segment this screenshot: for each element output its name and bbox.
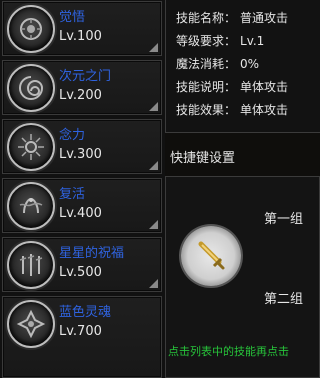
corner-mark-icon xyxy=(149,279,158,288)
shortcut-slot[interactable] xyxy=(181,226,241,286)
info-label: 技能名称： xyxy=(176,11,237,25)
blue-soul-icon xyxy=(7,300,55,348)
info-label: 魔法消耗： xyxy=(176,57,237,71)
skill-name: 蓝色灵魂 xyxy=(59,305,112,320)
skill-level: Lv.500 xyxy=(59,265,102,280)
revive-icon xyxy=(7,182,55,230)
skill-item-awareness[interactable]: 觉悟 Lv.100 xyxy=(2,1,162,56)
awareness-icon xyxy=(7,5,55,53)
star-blessing-icon xyxy=(7,241,55,289)
info-label: 技能效果： xyxy=(176,103,237,117)
corner-mark-icon xyxy=(149,161,158,170)
info-row-effect: 技能效果： 单体攻击 xyxy=(176,101,288,118)
corner-mark-icon xyxy=(149,220,158,229)
info-label: 技能说明： xyxy=(176,80,237,94)
corner-mark-icon xyxy=(149,102,158,111)
sword-icon xyxy=(198,241,225,270)
skill-name: 复活 xyxy=(59,187,86,202)
info-value: Lv.1 xyxy=(240,34,265,48)
skill-level: Lv.700 xyxy=(59,324,102,339)
skill-item-star-blessing[interactable]: 星星的祝福 Lv.500 xyxy=(2,237,162,292)
info-value: 单体攻击 xyxy=(240,80,289,94)
skill-item-revive[interactable]: 复活 Lv.400 xyxy=(2,178,162,233)
info-value: 单体攻击 xyxy=(240,103,289,117)
corner-mark-icon xyxy=(149,43,158,52)
skill-item-blue-soul[interactable]: 蓝色灵魂 Lv.700 xyxy=(2,296,162,378)
telekinesis-icon xyxy=(7,123,55,171)
skill-item-dimension-gate[interactable]: 次元之门 Lv.200 xyxy=(2,60,162,115)
info-row-mana: 魔法消耗： 0% xyxy=(176,55,259,72)
info-value: 0% xyxy=(240,57,260,71)
skill-name: 星星的祝福 xyxy=(59,246,125,261)
group-2-label[interactable]: 第二组 xyxy=(264,288,303,307)
dimension-gate-icon xyxy=(7,64,55,112)
skill-level: Lv.100 xyxy=(59,29,102,44)
skill-name: 次元之门 xyxy=(59,69,112,84)
info-value: 普通攻击 xyxy=(240,11,289,25)
skill-level: Lv.300 xyxy=(59,147,102,162)
skill-level: Lv.400 xyxy=(59,206,102,221)
skill-level: Lv.200 xyxy=(59,88,102,103)
group-1-label[interactable]: 第一组 xyxy=(264,208,303,227)
skill-name: 觉悟 xyxy=(59,10,86,25)
info-row-description: 技能说明： 单体攻击 xyxy=(176,78,288,95)
skill-info-panel: 技能名称： 普通攻击 等级要求： Lv.1 魔法消耗： 0% 技能说明： 单体攻击 技能… xyxy=(165,0,320,133)
skill-list: 觉悟 Lv.100 次元之门 Lv.200 念力 Lv.300 复活 Lv.40… xyxy=(0,0,165,378)
shortcut-title: 快捷键设置 xyxy=(170,151,236,166)
info-row-requirement: 等级要求： Lv.1 xyxy=(176,32,264,49)
skill-item-telekinesis[interactable]: 念力 Lv.300 xyxy=(2,119,162,174)
skill-name: 念力 xyxy=(59,128,86,143)
info-row-name: 技能名称： 普通攻击 xyxy=(176,9,288,26)
info-label: 等级要求： xyxy=(176,34,237,48)
shortcut-hint: 点击列表中的技能再点击 xyxy=(168,345,289,358)
